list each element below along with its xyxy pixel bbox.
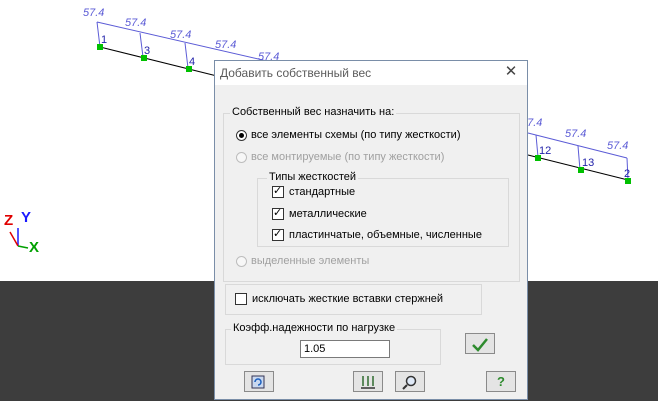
load-value-label: 57.4 xyxy=(83,7,104,19)
load-factor-input[interactable] xyxy=(300,340,390,358)
radio-selected[interactable]: выделенные элементы xyxy=(236,255,369,267)
checkbox-plate[interactable]: ✓ пластинчатые, объемные, численные xyxy=(272,228,482,241)
dialog-titlebar[interactable]: Добавить собственный вес ✕ xyxy=(215,61,527,85)
node-label: 1 xyxy=(101,34,107,46)
load-value-label: 57.4 xyxy=(170,29,191,41)
checkbox-standard[interactable]: ✓ стандартные xyxy=(272,185,356,198)
load-value-label: 57.4 xyxy=(215,39,236,51)
node-label: 3 xyxy=(144,45,150,57)
z-axis-arrow xyxy=(9,231,19,247)
refresh-button[interactable] xyxy=(244,371,274,392)
load-line xyxy=(184,42,189,69)
checkbox-box[interactable] xyxy=(235,293,247,305)
radio-button-checked[interactable] xyxy=(236,129,247,141)
close-button[interactable]: ✕ xyxy=(502,63,520,81)
apply-button[interactable] xyxy=(465,333,495,354)
stiffness-group-title: Типы жесткостей xyxy=(267,171,359,183)
x-axis-label: X xyxy=(29,239,40,256)
checkbox-metal[interactable]: ✓ металлические xyxy=(272,207,367,220)
load-line xyxy=(535,134,539,158)
load-factor-title: Коэфф.надежности по нагрузке xyxy=(231,322,398,334)
radio-label: все монтируемые (по типу жесткости) xyxy=(251,151,445,163)
load-line xyxy=(96,21,101,48)
z-axis-label: Z xyxy=(4,212,14,229)
radio-mounted[interactable]: все монтируемые (по типу жесткости) xyxy=(236,151,444,163)
x-axis-arrow xyxy=(17,245,29,249)
node-label: 2 xyxy=(624,168,630,180)
load-display-button[interactable] xyxy=(353,371,383,392)
load-arrows-icon xyxy=(361,375,375,389)
help-icon: ? xyxy=(497,374,505,389)
checkbox-label: исключать жесткие вставки стержней xyxy=(252,293,444,305)
load-line xyxy=(139,32,144,58)
load-value-label: 57.4 xyxy=(125,17,146,29)
assign-group-title: Собственный вес назначить на: xyxy=(230,106,397,118)
magnifier-icon xyxy=(402,375,417,390)
checkbox-box[interactable]: ✓ xyxy=(272,228,284,241)
checkmark-icon xyxy=(472,337,488,352)
node-label: 4 xyxy=(189,56,195,68)
radio-label: выделенные элементы xyxy=(251,255,370,267)
checkbox-box[interactable]: ✓ xyxy=(272,207,284,220)
refresh-icon xyxy=(251,375,265,388)
node-label: 12 xyxy=(539,145,551,157)
y-axis-label: Y xyxy=(21,209,32,226)
checkbox-box[interactable]: ✓ xyxy=(272,185,284,198)
load-line xyxy=(577,145,581,171)
dialog-title: Добавить собственный вес xyxy=(220,66,372,80)
radio-label: все элементы схемы (по типу жесткости) xyxy=(251,129,461,141)
checkbox-label: пластинчатые, объемные, численные xyxy=(289,229,482,241)
radio-button[interactable] xyxy=(236,255,247,267)
add-self-weight-dialog: Добавить собственный вес ✕ Собственный в… xyxy=(214,60,528,400)
checkbox-exclude-rigid-inserts[interactable]: исключать жесткие вставки стержней xyxy=(235,293,443,305)
radio-button[interactable] xyxy=(236,151,247,163)
beam-line-left xyxy=(99,46,226,79)
checkbox-label: металлические xyxy=(289,208,367,220)
help-button[interactable]: ? xyxy=(486,371,516,392)
radio-all-elements[interactable]: все элементы схемы (по типу жесткости) xyxy=(236,129,460,141)
load-value-label: 57.4 xyxy=(607,140,628,152)
checkbox-label: стандартные xyxy=(289,186,356,198)
load-value-label: 57.4 xyxy=(565,128,586,140)
node-label: 13 xyxy=(582,157,594,169)
preview-button[interactable] xyxy=(395,371,425,392)
